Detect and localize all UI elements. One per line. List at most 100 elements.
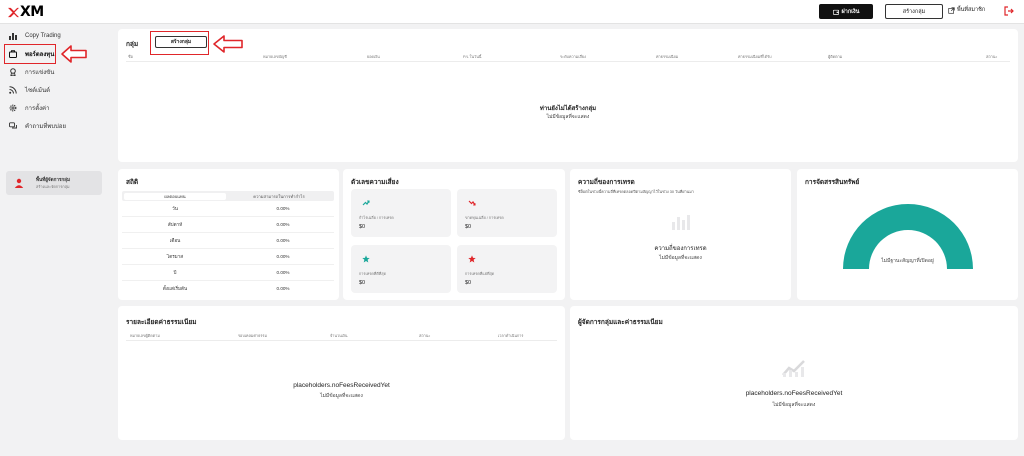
row-label: วัน xyxy=(172,206,178,211)
table-row: ไตรมาส 0.00% xyxy=(122,249,334,265)
sidebar-item-faq[interactable]: คำถามที่พบบ่อย xyxy=(8,119,66,133)
table-row: เดือน 0.00% xyxy=(122,233,334,249)
fees-empty-title: placeholders.noFeesReceivedYet xyxy=(293,382,390,389)
top-bar: XM ฝากเงิน สร้างกลุ่ม พื้นที่สมาชิก xyxy=(0,0,1024,24)
col-header: ค่าธรรมเนียม xyxy=(656,55,679,59)
red-arrow-icon xyxy=(61,45,87,63)
row-label: ตั้งแต่เริ่มต้น xyxy=(162,286,188,291)
avg-profit-card: กำไรเฉลี่ย / การเทรด $0 xyxy=(351,189,451,237)
card-value: $0 xyxy=(359,280,366,286)
xm-logo-icon xyxy=(8,7,19,17)
card-value: $0 xyxy=(359,224,366,230)
frequency-empty-title: ความถี่ของการเทรด xyxy=(654,246,707,252)
sidebar-item-label: Copy Trading xyxy=(25,33,61,39)
col-header: หมายเลขผู้ติดตาม xyxy=(130,334,160,338)
sidebar-item-label: ไซต์เม้นต์ xyxy=(25,88,50,94)
trophy-icon xyxy=(8,68,17,77)
deposit-button[interactable]: ฝากเงิน xyxy=(819,4,873,19)
sidebar: Copy Trading พอร์ตลงทุน การแข่งขัน ไซต์เ… xyxy=(0,24,112,456)
sidebar-item-label: การตั้งค่า xyxy=(25,106,50,112)
allocation-panel-title: การจัดสรรสินทรัพย์ xyxy=(805,179,860,186)
manager-avatar-icon xyxy=(14,178,24,188)
col-header: สถานะ xyxy=(419,334,431,338)
group-manager-area-card[interactable]: พื้นที่ผู้จัดการกลุ่ม สร้างและจัดการกลุ่… xyxy=(6,171,102,195)
managers-panel-title: ผู้จัดการกลุ่มและค่าธรรมเนียม xyxy=(578,319,663,326)
col-header: ชื่อ xyxy=(128,55,133,59)
row-value: 0.00% xyxy=(276,238,290,243)
trend-up-icon xyxy=(362,200,370,206)
col-header: หมายเลขบัญชี xyxy=(263,55,287,59)
sidebar-item-competition[interactable]: การแข่งขัน xyxy=(8,65,54,79)
frequency-panel-subtitle: ซีล็อตในช่วงนี้ความถี่ที่เทรดตลอดปีตามสั… xyxy=(578,190,694,194)
row-label: สัปดาห์ xyxy=(167,222,183,227)
col-header: ยอดเงิน xyxy=(367,55,380,59)
sidebar-item-label: คำถามที่พบบ่อย xyxy=(25,124,66,130)
row-label: ไตรมาส xyxy=(166,254,184,259)
row-value: 0.00% xyxy=(276,286,290,291)
wallet-icon xyxy=(832,9,839,15)
chat-icon xyxy=(8,122,17,131)
table-row: วัน 0.00% xyxy=(122,201,334,217)
fee-details-panel: รายละเอียดค่าธรรมเนียม หมายเลขผู้ติดตาม … xyxy=(118,306,565,440)
create-group-top-button[interactable]: สร้างกลุ่ม xyxy=(885,4,943,19)
rss-icon xyxy=(8,86,17,95)
risk-panel: ตัวเลขความเสี่ยง กำไรเฉลี่ย / การเทรด $0… xyxy=(343,169,565,300)
row-value: 0.00% xyxy=(276,270,290,275)
member-area-link[interactable]: พื้นที่สมาชิก xyxy=(948,6,985,14)
fees-empty-subtitle: ไม่มีข้อมูลที่จะแสดง xyxy=(320,393,363,399)
fees-panel-title: รายละเอียดค่าธรรมเนียม xyxy=(126,319,197,326)
row-label: ปี xyxy=(173,270,177,275)
card-label: กำไรเฉลี่ย / การเทรด xyxy=(359,216,394,220)
card-value: $0 xyxy=(465,224,472,230)
highlight-box-portfolio xyxy=(4,44,56,64)
managers-empty-title: placeholders.noFeesReceivedYet xyxy=(745,390,843,397)
col-header: สถานะ xyxy=(986,55,998,59)
external-link-icon xyxy=(948,6,955,14)
col-header: ค่าธรรมเนียมที่ได้รับ xyxy=(738,55,772,59)
worst-trade-card: การเทรดที่แย่ที่สุด $0 xyxy=(457,245,557,293)
line-chart-placeholder-icon xyxy=(782,360,805,377)
frequency-panel-title: ความถี่ของการเทรด xyxy=(578,179,635,186)
sidebar-item-label: การแข่งขัน xyxy=(25,70,55,76)
tab-returns[interactable]: ผลตอบแทน xyxy=(124,192,226,200)
card-value: $0 xyxy=(465,280,472,286)
star-icon xyxy=(468,255,476,263)
logo-text: XM xyxy=(20,4,44,20)
table-row: ปี 0.00% xyxy=(122,265,334,281)
group-managers-fees-panel: ผู้จัดการกลุ่มและค่าธรรมเนียม placeholde… xyxy=(570,306,1018,440)
tab-label: ผลตอบแทน xyxy=(164,193,186,199)
tab-label: ความสามารถในการทำกำไร xyxy=(253,193,305,199)
card-label: การเทรดที่ดีที่สุด xyxy=(359,272,387,276)
logout-icon[interactable] xyxy=(1004,6,1014,16)
best-trade-card: การเทรดที่ดีที่สุด $0 xyxy=(351,245,451,293)
managers-empty-subtitle: ไม่มีข้อมูลที่จะแสดง xyxy=(772,402,816,408)
row-value: 0.00% xyxy=(276,222,290,227)
sidebar-item-copy-trading[interactable]: Copy Trading xyxy=(8,29,61,43)
divider xyxy=(126,340,557,341)
col-header: ผู้ติดตาม xyxy=(828,55,843,59)
row-value: 0.00% xyxy=(276,206,290,211)
red-arrow-icon xyxy=(213,35,243,53)
star-icon xyxy=(362,255,370,263)
col-header: รอบเคลมค่าธรรม xyxy=(238,334,267,338)
frequency-empty-subtitle: ไม่มีข้อมูลที่จะแสดง xyxy=(659,255,702,261)
xm-logo[interactable]: XM xyxy=(8,4,44,20)
groups-panel-title: กลุ่ม xyxy=(126,41,139,48)
groups-empty-subtitle: ไม่มีข้อมูลที่จะแสดง xyxy=(546,114,590,120)
col-header: เวลาดำเนินการ xyxy=(498,334,524,338)
card-label: การเทรดที่แย่ที่สุด xyxy=(465,272,495,276)
sidebar-item-feed[interactable]: ไซต์เม้นต์ xyxy=(8,83,50,97)
col-header: ระดับความเสี่ยง xyxy=(560,55,586,59)
table-row: ตั้งแต่เริ่มต้น 0.00% xyxy=(122,281,334,297)
groups-panel: กลุ่ม ชื่อ หมายเลขบัญชี ยอดเงิน P/L ในวั… xyxy=(118,29,1018,162)
trade-frequency-panel: ความถี่ของการเทรด ซีล็อตในช่วงนี้ความถี่… xyxy=(570,169,791,300)
row-label: เดือน xyxy=(169,238,181,243)
create-group-button[interactable]: สร้างกลุ่ม xyxy=(155,36,207,48)
bar-chart-placeholder-icon xyxy=(672,215,690,230)
divider xyxy=(126,61,1010,62)
tab-profitability[interactable]: ความสามารถในการทำกำไร xyxy=(228,193,330,200)
card-label: ขาดทุนเฉลี่ย / การเทรด xyxy=(465,216,504,220)
sidebar-item-settings[interactable]: การตั้งค่า xyxy=(8,101,49,115)
col-header: จำนวนเงิน xyxy=(330,334,348,338)
partner-card-subtitle: สร้างและจัดการกลุ่ม xyxy=(36,185,70,189)
